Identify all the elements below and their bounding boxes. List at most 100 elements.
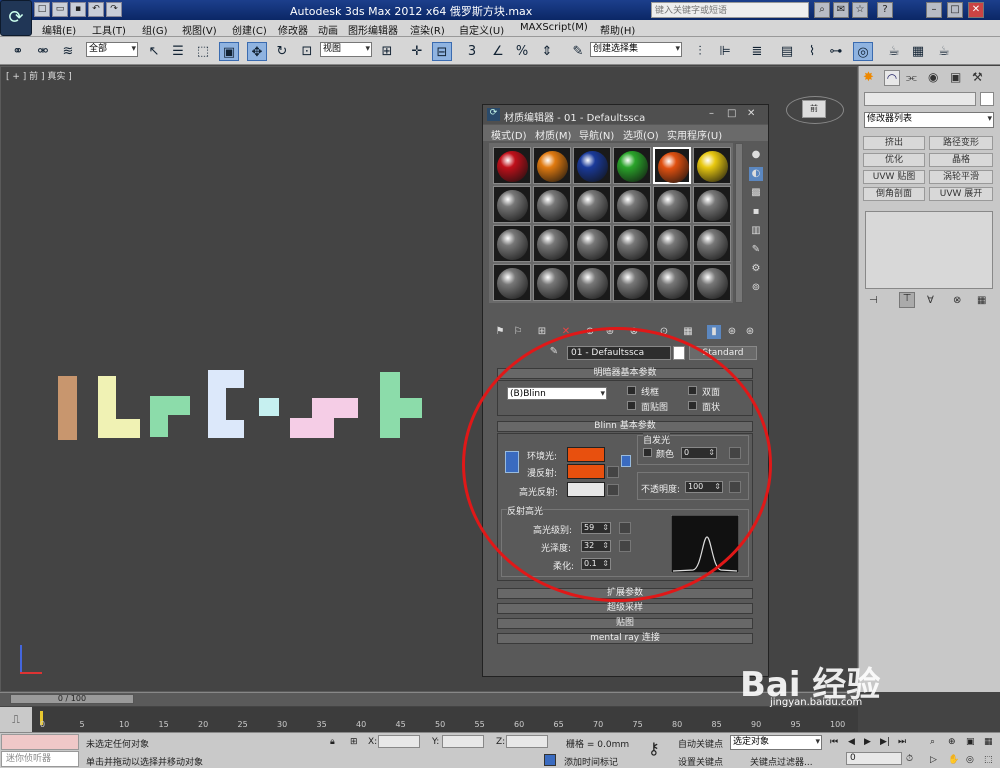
percent-snap-icon[interactable]: % <box>512 42 532 61</box>
select-and-rotate-icon[interactable]: ↻ <box>272 42 292 61</box>
use-pivot-center-icon[interactable]: ⊞ <box>377 42 397 61</box>
next-frame-icon[interactable]: ▶| <box>880 737 890 747</box>
object-name-input[interactable] <box>864 92 976 106</box>
extrude-button[interactable]: 挤出 <box>863 136 925 150</box>
graphite-ribbon-icon[interactable]: ▤ <box>777 42 797 61</box>
material-sample-slot[interactable] <box>693 147 731 184</box>
selection-filter-dropdown[interactable]: 全部 <box>86 42 138 57</box>
assign-to-selection-icon[interactable]: ⊞ <box>535 325 549 339</box>
select-and-manipulate-icon[interactable]: ✛ <box>407 42 427 61</box>
show-map-in-viewport-icon[interactable]: ▦ <box>681 325 695 339</box>
menu-customize[interactable]: 自定义(U) <box>459 22 504 37</box>
set-key-label[interactable]: 设置关键点 <box>678 755 723 768</box>
maxscript-listener-pink[interactable] <box>1 734 79 750</box>
zoom-icon[interactable]: ⌕ <box>930 737 935 747</box>
get-material-icon[interactable]: ⚑ <box>493 325 507 339</box>
select-by-material-icon[interactable]: ⊚ <box>749 281 763 295</box>
material-sample-slot[interactable] <box>653 186 691 223</box>
zoom-extents-all-icon[interactable]: ▦ <box>984 737 993 747</box>
menu-animation[interactable]: 动画 <box>318 22 338 37</box>
material-sample-slot[interactable] <box>493 147 531 184</box>
me-menu-navigation[interactable]: 导航(N) <box>579 127 614 142</box>
viewport-label[interactable]: [ + ] 前 ] 真实 ] <box>6 69 72 82</box>
go-to-start-icon[interactable]: ⏮ <box>830 737 838 747</box>
spinner-snap-icon[interactable]: ⇕ <box>537 42 557 61</box>
utilities-tab-icon[interactable]: ⚒ <box>972 70 988 86</box>
menu-help[interactable]: 帮助(H) <box>600 22 635 37</box>
absolute-mode-icon[interactable]: ⊞ <box>350 737 358 747</box>
favorites-icon[interactable]: ☆ <box>852 2 868 18</box>
background-icon[interactable]: ▩ <box>749 186 763 200</box>
orbit-icon[interactable]: ◎ <box>966 755 974 765</box>
material-sample-slot[interactable] <box>693 264 731 301</box>
menu-create[interactable]: 创建(C) <box>232 22 267 37</box>
options-icon[interactable]: ⚙ <box>749 262 763 276</box>
selection-lock-icon[interactable]: 🔒︎ <box>330 737 335 747</box>
material-sample-slot[interactable] <box>653 225 691 262</box>
material-sample-slot[interactable] <box>613 147 651 184</box>
tetris-piece-z[interactable] <box>290 418 334 438</box>
z-coord-field[interactable] <box>506 735 548 748</box>
modifier-stack-list[interactable] <box>865 211 993 289</box>
add-time-tag-label[interactable]: 添加时间标记 <box>564 755 618 768</box>
open-file-icon[interactable]: ▭ <box>52 2 68 17</box>
me-menu-material[interactable]: 材质(M) <box>535 127 571 142</box>
rectangular-selection-icon[interactable]: ⬚ <box>193 42 213 61</box>
y-coord-field[interactable] <box>442 735 484 748</box>
menu-modifiers[interactable]: 修改器 <box>278 22 308 37</box>
close-icon[interactable]: ✕ <box>968 2 984 18</box>
maps-header[interactable]: 贴图 <box>497 618 753 629</box>
material-sample-slot[interactable] <box>493 186 531 223</box>
select-object-icon[interactable]: ↖ <box>144 42 164 61</box>
backlight-icon[interactable]: ◐ <box>749 167 763 181</box>
material-sample-slot[interactable] <box>573 186 611 223</box>
link-icon[interactable]: ⚭ <box>8 42 28 61</box>
show-end-result-icon[interactable]: ⊤ <box>899 292 915 308</box>
time-slider-knob[interactable]: 0 / 100 <box>10 694 134 704</box>
menu-maxscript[interactable]: MAXScript(M) <box>520 22 588 33</box>
redo-icon[interactable]: ↷ <box>106 2 122 17</box>
help-search-input[interactable] <box>651 2 809 18</box>
menu-edit[interactable]: 编辑(E) <box>42 22 76 37</box>
maximize-icon[interactable]: □ <box>947 2 963 18</box>
maxscript-listener-input[interactable]: 迷你侦听器 <box>1 751 79 767</box>
go-to-parent-icon[interactable]: ⊛ <box>725 325 739 339</box>
material-sample-slot[interactable] <box>613 225 651 262</box>
material-sample-slot[interactable] <box>533 186 571 223</box>
align-icon[interactable]: ⊫ <box>715 42 735 61</box>
material-sample-slot[interactable] <box>693 186 731 223</box>
layer-manager-icon[interactable]: ≣ <box>747 42 767 61</box>
mini-curve-editor-icon[interactable]: ⎍ <box>0 707 32 732</box>
key-filters-button[interactable]: 关键点过滤器... <box>750 755 813 768</box>
viewcube-icon[interactable]: 前 <box>802 100 826 118</box>
menu-rendering[interactable]: 渲染(R) <box>410 22 445 37</box>
material-editor-titlebar[interactable]: ⟳ 材质编辑器 - 01 - Defaultssca – □ ✕ <box>483 105 768 124</box>
material-sample-slot[interactable] <box>573 264 611 301</box>
modifier-list-dropdown[interactable]: 修改器列表 <box>864 112 994 128</box>
configure-sets-icon[interactable]: ▦ <box>977 295 986 306</box>
keyboard-shortcut-override-icon[interactable]: ⊟ <box>432 42 452 61</box>
communication-center-icon[interactable]: ✉ <box>833 2 849 18</box>
help-icon[interactable]: ? <box>877 2 893 18</box>
named-selection-dropdown[interactable]: 创建选择集 <box>590 42 682 57</box>
remove-modifier-icon[interactable]: ⊗ <box>953 295 961 306</box>
go-to-end-icon[interactable]: ⏭ <box>898 737 906 747</box>
motion-tab-icon[interactable]: ◉ <box>928 70 944 86</box>
put-to-scene-icon[interactable]: ⚐ <box>511 325 525 339</box>
schematic-view-icon[interactable]: ⊶ <box>826 42 846 61</box>
unwrap-uvw-button[interactable]: UVW 展开 <box>929 187 993 201</box>
material-sample-slot[interactable] <box>533 147 571 184</box>
undo-icon[interactable]: ↶ <box>88 2 104 17</box>
material-sample-slot[interactable] <box>533 264 571 301</box>
video-color-check-icon[interactable]: ▥ <box>749 224 763 238</box>
material-sample-slot[interactable] <box>493 264 531 301</box>
curve-editor-icon[interactable]: ⌇ <box>802 42 822 61</box>
reference-coordinate-dropdown[interactable]: 视图 <box>320 42 372 57</box>
edit-named-selection-icon[interactable]: ✎ <box>568 42 588 61</box>
zoom-extents-icon[interactable]: ▣ <box>966 737 975 747</box>
menu-graph-editors[interactable]: 图形编辑器 <box>348 22 398 37</box>
mirror-icon[interactable]: ⫶ <box>690 42 710 61</box>
material-sample-slot[interactable] <box>653 147 691 184</box>
display-tab-icon[interactable]: ▣ <box>950 70 966 86</box>
pan-icon[interactable]: ✋ <box>948 755 959 765</box>
